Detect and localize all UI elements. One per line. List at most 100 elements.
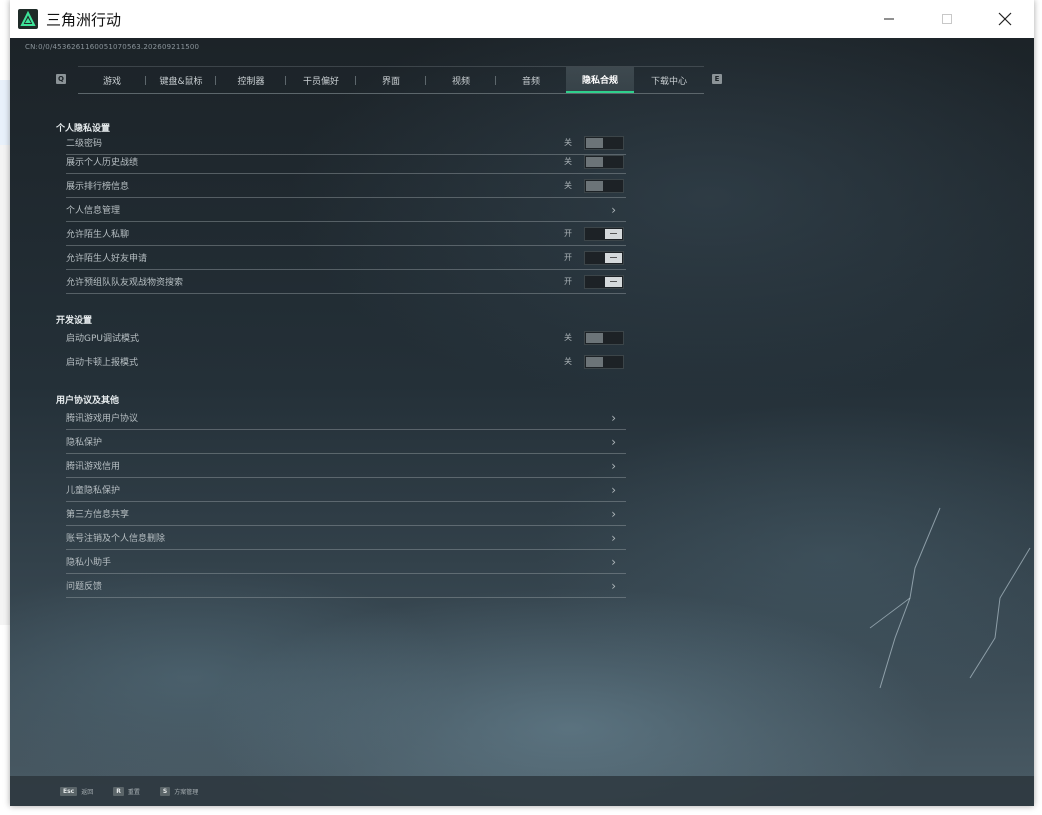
- link-label: 儿童隐私保护: [66, 486, 121, 496]
- tab-label: 下载中心: [650, 76, 687, 87]
- section-title-dev-settings: 开发设置: [56, 316, 93, 326]
- maximize-icon[interactable]: [918, 0, 976, 38]
- tab-label: 视频: [451, 76, 470, 87]
- tab-controller[interactable]: 控制器: [216, 67, 286, 93]
- chevron-right-icon: ›: [611, 554, 616, 569]
- game-settings-screen: CN:0/0/4536261160051070563.202609211500 …: [10, 38, 1034, 806]
- setting-state-text: 关: [564, 181, 572, 190]
- setting-label: 启动卡顿上报模式: [66, 358, 139, 368]
- section-title-user-agreement: 用户协议及其他: [56, 396, 120, 406]
- window-controls: [860, 0, 1034, 38]
- setting-state-text: 关: [564, 333, 572, 342]
- minimize-icon[interactable]: [860, 0, 918, 38]
- gpu-debug-mode-toggle[interactable]: [584, 330, 624, 345]
- hint-label: 重置: [127, 788, 140, 796]
- setting-label: 允许陌生人私聊: [66, 230, 130, 240]
- setting-state-text: 开: [564, 229, 572, 238]
- tab-prev-key-hint[interactable]: Q: [56, 74, 66, 84]
- link-row-tencent-user-agreement[interactable]: 腾讯游戏用户协议 ›: [66, 406, 626, 430]
- link-label: 腾讯游戏信用: [66, 462, 121, 472]
- tab-download-center[interactable]: 下载中心: [634, 67, 704, 93]
- secondary-password-toggle[interactable]: [584, 135, 624, 150]
- setting-state-text: 关: [564, 157, 572, 166]
- toggle-knob: [586, 180, 603, 191]
- setting-state-text: 关: [564, 138, 572, 147]
- tab-privacy-compliance[interactable]: 隐私合规: [566, 67, 634, 93]
- chevron-right-icon: ›: [611, 578, 616, 593]
- setting-row-allow-teammate-spectate-search[interactable]: 允许预组队队友观战物资搜索 开: [66, 270, 626, 294]
- desktop-strip-top: [0, 0, 10, 80]
- chevron-right-icon: ›: [611, 530, 616, 545]
- link-label: 问题反馈: [66, 582, 103, 592]
- setting-state-text: 开: [564, 277, 572, 286]
- link-row-third-party-sharing[interactable]: 第三方信息共享 ›: [66, 502, 626, 526]
- setting-label: 允许陌生人好友申请: [66, 254, 148, 264]
- desktop-strip-bottom: [0, 625, 10, 815]
- toggle-knob: [605, 228, 622, 239]
- setting-row-show-history-record[interactable]: 展示个人历史战绩 关: [66, 150, 626, 174]
- app-window: 三角洲行动 CN:0/0/4536261160051070563.2026092…: [10, 0, 1034, 806]
- app-logo-icon: [18, 9, 38, 29]
- link-label: 腾讯游戏用户协议: [66, 414, 139, 424]
- tab-label: 游戏: [102, 76, 121, 87]
- hint-key: S: [159, 786, 171, 796]
- link-row-privacy-protection[interactable]: 隐私保护 ›: [66, 430, 626, 454]
- build-id-text: CN:0/0/4536261160051070563.202609211500: [25, 43, 200, 51]
- setting-row-gpu-debug-mode[interactable]: 启动GPU调试模式 关: [66, 326, 626, 349]
- settings-tab-bar: 游戏 键盘&鼠标 控制器 干员偏好 界面 视频 音频 隐私合规 下载中心: [78, 66, 704, 94]
- chevron-right-icon: ›: [611, 482, 616, 497]
- tab-operator-preferences[interactable]: 干员偏好: [286, 67, 356, 93]
- setting-row-personal-info-management[interactable]: 个人信息管理 ›: [66, 198, 626, 222]
- allow-stranger-friend-request-toggle[interactable]: [584, 250, 624, 265]
- show-leaderboard-toggle[interactable]: [584, 178, 624, 193]
- bottom-hint-bar: Esc 返回 R 重置 S 方案管理: [10, 776, 1034, 806]
- chevron-right-icon: ›: [611, 202, 616, 217]
- hint-label: 返回: [81, 788, 94, 796]
- desktop-strip-blue: [0, 80, 10, 145]
- toggle-knob: [586, 137, 603, 148]
- close-icon[interactable]: [976, 0, 1034, 38]
- setting-row-allow-stranger-friend-request[interactable]: 允许陌生人好友申请 开: [66, 246, 626, 270]
- chevron-right-icon: ›: [611, 410, 616, 425]
- setting-label: 个人信息管理: [66, 206, 121, 216]
- desktop-strip-mid: [0, 145, 10, 625]
- toggle-knob: [586, 356, 603, 367]
- toggle-knob: [586, 332, 603, 343]
- tab-label: 控制器: [237, 76, 265, 87]
- setting-row-lag-report-mode[interactable]: 启动卡顿上报模式 关: [66, 350, 626, 373]
- lag-report-mode-toggle[interactable]: [584, 354, 624, 369]
- link-row-tencent-game-credit[interactable]: 腾讯游戏信用 ›: [66, 454, 626, 478]
- hint-reset[interactable]: R 重置: [113, 786, 140, 796]
- tab-interface[interactable]: 界面: [356, 67, 426, 93]
- show-history-record-toggle[interactable]: [584, 154, 624, 169]
- link-row-children-privacy[interactable]: 儿童隐私保护 ›: [66, 478, 626, 502]
- hint-scheme-management[interactable]: S 方案管理: [159, 786, 198, 796]
- tab-label: 音频: [521, 76, 540, 87]
- tab-keyboard-mouse[interactable]: 键盘&鼠标: [146, 67, 216, 93]
- allow-stranger-chat-toggle[interactable]: [584, 226, 624, 241]
- tab-audio[interactable]: 音频: [496, 67, 566, 93]
- link-row-feedback[interactable]: 问题反馈 ›: [66, 574, 626, 598]
- hint-back[interactable]: Esc 返回: [60, 786, 94, 796]
- tab-next-key-hint[interactable]: E: [712, 74, 722, 84]
- tab-label: 隐私合规: [581, 75, 618, 86]
- setting-label: 二级密码: [66, 139, 103, 149]
- tab-video[interactable]: 视频: [426, 67, 496, 93]
- chevron-right-icon: ›: [611, 506, 616, 521]
- link-row-privacy-assistant[interactable]: 隐私小助手 ›: [66, 550, 626, 574]
- title-bar[interactable]: 三角洲行动: [10, 0, 1034, 38]
- link-row-account-deletion[interactable]: 账号注销及个人信息删除 ›: [66, 526, 626, 550]
- setting-label: 允许预组队队友观战物资搜索: [66, 278, 184, 288]
- setting-row-show-leaderboard[interactable]: 展示排行榜信息 关: [66, 174, 626, 198]
- allow-teammate-spectate-search-toggle[interactable]: [584, 274, 624, 289]
- link-label: 隐私保护: [66, 438, 103, 448]
- setting-label: 展示个人历史战绩: [66, 158, 139, 168]
- tab-label: 干员偏好: [302, 76, 339, 87]
- hint-key: Esc: [60, 786, 78, 796]
- tab-game[interactable]: 游戏: [78, 67, 146, 93]
- setting-row-allow-stranger-chat[interactable]: 允许陌生人私聊 开: [66, 222, 626, 246]
- setting-state-text: 关: [564, 357, 572, 366]
- chevron-right-icon: ›: [611, 458, 616, 473]
- tab-label: 界面: [381, 76, 400, 87]
- toggle-knob: [586, 156, 603, 167]
